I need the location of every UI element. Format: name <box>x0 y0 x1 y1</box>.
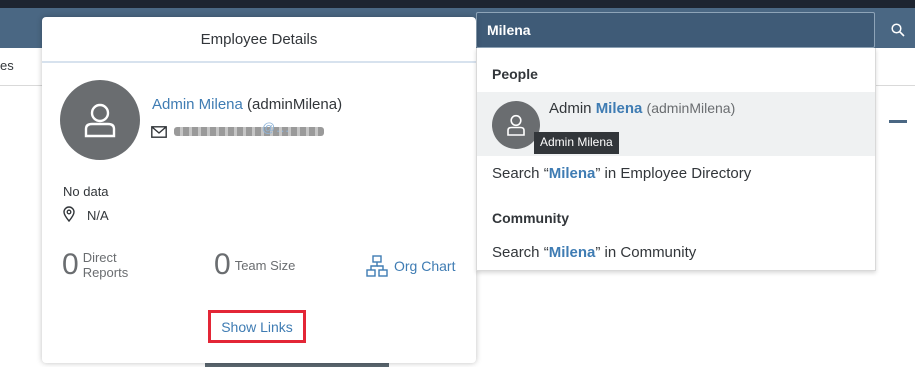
search-community-option[interactable]: Search “Milena” in Community <box>492 244 696 261</box>
no-data-text: No data <box>63 184 109 199</box>
employee-details-card: Employee Details Admin Milena (adminMile… <box>42 17 476 363</box>
person-result-name: Admin Milena (adminMilena) <box>549 100 736 117</box>
person-icon <box>84 103 116 138</box>
employee-user-id: (adminMilena) <box>247 96 343 113</box>
search-icon <box>891 23 905 37</box>
card-title: Employee Details <box>42 17 476 63</box>
email-redacted <box>174 127 324 136</box>
nav-item-fragment[interactable]: es <box>0 58 14 73</box>
employee-name-link[interactable]: Admin Milena <box>152 96 243 113</box>
show-links-button[interactable]: Show Links <box>208 310 306 343</box>
team-size-label: Team Size <box>234 257 296 273</box>
org-chart-link[interactable]: Org Chart <box>366 255 455 277</box>
org-chart-icon <box>366 255 388 277</box>
active-tab-indicator <box>889 120 907 123</box>
team-size-stat[interactable]: 0 Team Size <box>214 247 295 283</box>
community-group-header: Community <box>492 210 569 226</box>
background-element <box>205 363 389 367</box>
org-chart-label: Org Chart <box>394 258 456 274</box>
direct-reports-stat[interactable]: 0 Direct Reports <box>62 247 128 283</box>
result-avatar <box>492 101 540 149</box>
search-button[interactable] <box>884 14 912 46</box>
search-input[interactable] <box>476 12 875 48</box>
location-icon <box>63 206 75 227</box>
person-icon <box>507 114 525 136</box>
direct-reports-count: 0 <box>62 248 79 281</box>
team-size-count: 0 <box>214 248 231 281</box>
mail-icon <box>151 125 167 143</box>
email-link[interactable]: @... <box>262 120 290 135</box>
search-suggestions-dropdown: People Admin Milena (adminMilena) Admin … <box>476 48 876 271</box>
avatar <box>60 80 140 160</box>
top-strip <box>0 0 915 8</box>
direct-reports-label: Direct Reports <box>82 250 129 280</box>
location-text: N/A <box>87 208 109 223</box>
people-group-header: People <box>492 66 538 82</box>
search-employee-directory-option[interactable]: Search “Milena” in Employee Directory <box>492 165 751 182</box>
tooltip: Admin Milena <box>534 132 619 154</box>
person-result-row[interactable]: Admin Milena (adminMilena) Admin Milena <box>477 92 875 156</box>
employee-name-row: Admin Milena (adminMilena) <box>152 96 342 113</box>
